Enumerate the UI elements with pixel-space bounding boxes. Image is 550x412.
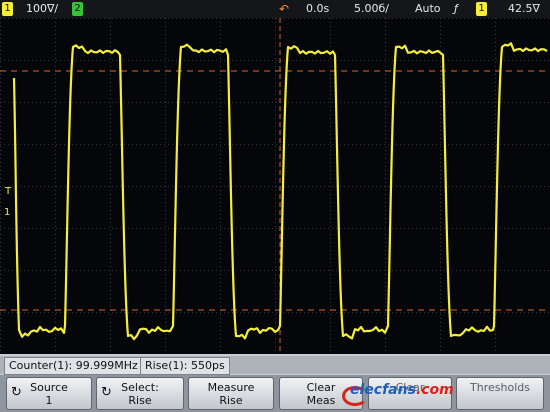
channel-2-indicator[interactable]: 2 <box>72 2 83 16</box>
elecfans-watermark-logo: elecfans.com <box>342 380 454 406</box>
rise-measurement: Rise(1): 550ps <box>140 357 230 375</box>
measurement-bar: Counter(1): 99.999MHz Rise(1): 550ps <box>0 356 550 375</box>
level-marker[interactable]: 1 <box>4 207 10 218</box>
rotate-knob-icon: ↻ <box>11 385 22 400</box>
time-scale[interactable]: 5.00б/ <box>354 0 389 18</box>
trigger-mode[interactable]: Auto <box>415 0 441 18</box>
trigger-slope-icon: ƒ <box>454 2 458 15</box>
measure-softkey[interactable]: Measure Rise <box>188 377 274 410</box>
counter-measurement: Counter(1): 99.999MHz <box>4 357 143 375</box>
softkey-bar: ↻ Source 1 ↻ Select: Rise Measure Rise C… <box>0 375 550 412</box>
channel-1-indicator[interactable]: 1 <box>2 2 13 16</box>
waveform-svg: T 1 <box>0 18 550 354</box>
rotate-knob-icon: ↻ <box>101 385 112 400</box>
graticule <box>0 18 550 354</box>
ground-marker[interactable]: T <box>4 186 12 197</box>
trigger-level[interactable]: 42.5∇ <box>508 0 540 18</box>
trigger-source-indicator[interactable]: 1 <box>476 2 487 16</box>
time-delay[interactable]: 0.0s <box>306 0 329 18</box>
waveform-display[interactable]: T 1 <box>0 18 550 354</box>
channel-1-scale[interactable]: 100∇/ <box>26 0 58 18</box>
trigger-position-icon: ↶ <box>279 2 290 16</box>
status-bar: 1 100∇/ 2 ↶ 0.0s 5.00б/ Auto ƒ 1 42.5∇ <box>0 0 550 18</box>
thresholds-softkey[interactable]: Thresholds <box>456 377 544 410</box>
channel-1-trace <box>12 42 548 341</box>
source-softkey[interactable]: ↻ Source 1 <box>6 377 92 410</box>
select-softkey[interactable]: ↻ Select: Rise <box>96 377 184 410</box>
